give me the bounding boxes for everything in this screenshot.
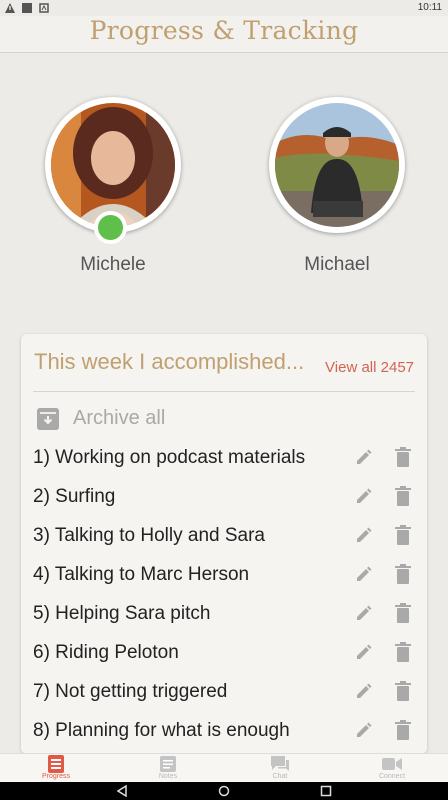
profile-michele[interactable]: Michele <box>43 97 183 276</box>
delete-icon[interactable] <box>395 720 411 740</box>
list-item[interactable]: 4) Talking to Marc Herson <box>21 558 427 597</box>
list-item[interactable]: 7) Not getting triggered <box>21 675 427 714</box>
list-item-text: 2) Surfing <box>33 486 116 507</box>
divider <box>33 391 415 392</box>
avatar-photo <box>275 103 399 227</box>
tab-label: Connect <box>378 773 406 780</box>
clock: 10:11 <box>417 2 442 13</box>
avatar[interactable] <box>269 97 405 233</box>
tab-label: Chat <box>272 773 288 780</box>
delete-icon[interactable] <box>395 681 411 701</box>
tab-label: Progress <box>41 773 70 780</box>
list-item-text: 4) Talking to Marc Herson <box>33 564 250 585</box>
list-item[interactable]: 1) Working on podcast materials <box>21 441 427 480</box>
edit-icon[interactable] <box>354 603 374 623</box>
notification-icon <box>39 3 49 13</box>
view-all-link[interactable]: View all 2457 <box>325 359 414 376</box>
edit-icon[interactable] <box>354 525 374 545</box>
list-item[interactable]: 6) Riding Peloton <box>21 636 427 675</box>
archive-all-label: Archive all <box>73 407 166 429</box>
avatar-photo <box>51 103 175 227</box>
list-item[interactable]: 5) Helping Sara pitch <box>21 597 427 636</box>
delete-icon[interactable] <box>395 603 411 623</box>
list-item[interactable]: 2) Surfing <box>21 480 427 519</box>
edit-icon[interactable] <box>354 564 374 584</box>
list-item-text: 8) Planning for what is enough <box>33 720 290 741</box>
alert-icon <box>5 3 15 13</box>
app-header: Progress & Tracking <box>0 16 448 53</box>
delete-icon[interactable] <box>395 564 411 584</box>
delete-icon[interactable] <box>395 447 411 467</box>
list-item-text: 7) Not getting triggered <box>33 681 228 702</box>
edit-icon[interactable] <box>354 681 374 701</box>
list-item-text: 5) Helping Sara pitch <box>33 603 211 624</box>
bottom-tab-bar: Progress Notes Chat Connect <box>0 753 448 783</box>
tab-chat[interactable]: Chat <box>224 754 336 783</box>
delete-icon[interactable] <box>395 642 411 662</box>
profile-name: Michael <box>304 254 370 275</box>
profile-name: Michele <box>80 254 146 275</box>
recents-icon[interactable] <box>320 785 332 797</box>
list-item[interactable]: 3) Talking to Holly and Sara <box>21 519 427 558</box>
tab-label: Notes <box>158 773 178 780</box>
square-icon <box>22 3 32 13</box>
delete-icon[interactable] <box>395 486 411 506</box>
tab-connect[interactable]: Connect <box>336 754 448 783</box>
notes-icon <box>160 756 176 772</box>
accomplishments-card: This week I accomplished... View all 245… <box>21 334 427 754</box>
list-item[interactable]: 8) Planning for what is enough <box>21 714 427 753</box>
tab-progress[interactable]: Progress <box>0 754 112 783</box>
system-nav-bar <box>0 782 448 800</box>
tab-notes[interactable]: Notes <box>112 754 224 783</box>
profile-michael[interactable]: Michael <box>267 97 407 276</box>
edit-icon[interactable] <box>354 486 374 506</box>
back-icon[interactable] <box>116 785 128 797</box>
avatar[interactable] <box>45 97 181 244</box>
list-item-text: 3) Talking to Holly and Sara <box>33 525 265 546</box>
list-item-text: 6) Riding Peloton <box>33 642 179 663</box>
edit-icon[interactable] <box>354 720 374 740</box>
home-icon[interactable] <box>218 785 230 797</box>
archive-icon <box>37 408 59 430</box>
video-icon <box>382 758 402 770</box>
chat-icon <box>271 756 289 771</box>
card-title: This week I accomplished... <box>34 349 305 374</box>
online-status-dot <box>94 211 127 244</box>
list-item-text: 1) Working on podcast materials <box>33 447 306 468</box>
delete-icon[interactable] <box>395 525 411 545</box>
edit-icon[interactable] <box>354 447 374 467</box>
status-bar: 10:11 <box>0 0 448 16</box>
progress-icon <box>48 755 64 773</box>
edit-icon[interactable] <box>354 642 374 662</box>
page-title: Progress & Tracking <box>89 16 359 45</box>
